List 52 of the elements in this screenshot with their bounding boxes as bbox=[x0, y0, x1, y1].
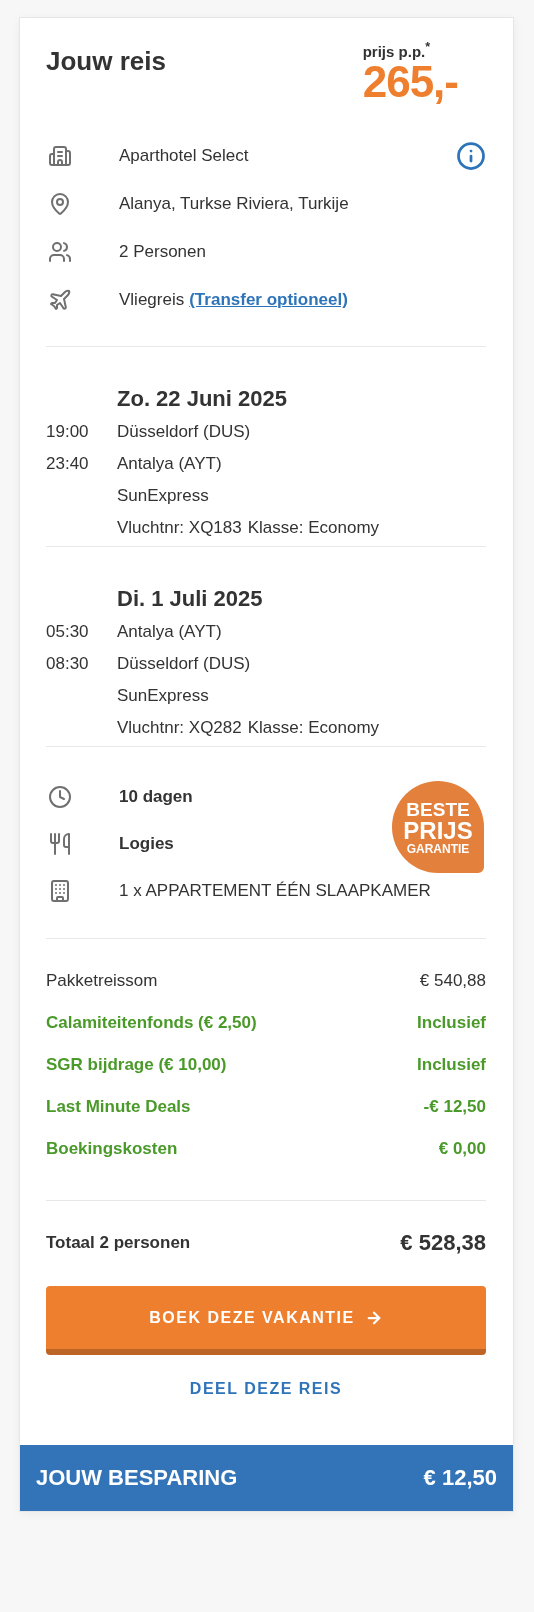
price-item-value: Inclusief bbox=[417, 1013, 486, 1033]
price-item-label: Calamiteitenfonds (€ 2,50) bbox=[46, 1013, 257, 1033]
flight-time: 05:30 bbox=[46, 622, 90, 642]
info-text: 2 Personen bbox=[119, 242, 206, 262]
transfer-link[interactable]: (Transfer optioneel) bbox=[189, 290, 348, 310]
travel-class: Klasse: Economy bbox=[247, 718, 380, 738]
room-icon bbox=[48, 878, 72, 903]
airport: Düsseldorf (DUS) bbox=[117, 422, 251, 442]
detail-text: 10 dagen bbox=[119, 786, 193, 807]
info-text: Aparthotel Select bbox=[119, 146, 249, 166]
price-item-value: Inclusief bbox=[417, 1055, 486, 1075]
flight-time: 23:40 bbox=[46, 454, 90, 474]
airline: SunExpress bbox=[117, 686, 209, 706]
best-price-badge: BESTE PRIJS GARANTIE bbox=[392, 781, 484, 873]
share-link[interactable]: DEEL DEZE REIS bbox=[189, 1374, 343, 1404]
price-item-label: Last Minute Deals bbox=[46, 1097, 191, 1117]
travel-class: Klasse: Economy bbox=[247, 518, 380, 538]
persons-icon bbox=[48, 240, 72, 264]
airport: Düsseldorf (DUS) bbox=[117, 654, 251, 674]
card-title: Jouw reis bbox=[46, 46, 166, 78]
savings-label: JOUW BESPARING bbox=[36, 1465, 238, 1491]
detail-text: 1 x APPARTEMENT ÉÉN SLAAPKAMER bbox=[119, 880, 431, 901]
duration-icon bbox=[48, 784, 72, 809]
flight-icon bbox=[48, 288, 72, 312]
hotel-icon bbox=[48, 144, 72, 168]
info-text: Alanya, Turkse Riviera, Turkije bbox=[119, 194, 349, 214]
savings-value: € 12,50 bbox=[423, 1465, 497, 1491]
flight-number: Vluchtnr: XQ282 bbox=[117, 718, 242, 738]
airport: Antalya (AYT) bbox=[117, 454, 222, 474]
book-button[interactable]: BOEK DEZE VAKANTIE bbox=[46, 1286, 486, 1355]
total-label: Totaal 2 personen bbox=[46, 1233, 191, 1253]
info-icon[interactable] bbox=[456, 141, 486, 171]
info-text: Vliegreis bbox=[119, 290, 185, 310]
location-icon bbox=[48, 192, 72, 216]
detail-text: Logies bbox=[119, 833, 174, 854]
airport: Antalya (AYT) bbox=[117, 622, 222, 642]
meals-icon bbox=[48, 831, 72, 856]
price-item-value: € 540,88 bbox=[419, 971, 486, 991]
price-item-value: -€ 12,50 bbox=[423, 1097, 486, 1117]
flight-number: Vluchtnr: XQ183 bbox=[117, 518, 242, 538]
total-value: € 528,38 bbox=[400, 1230, 486, 1256]
flight-time: 19:00 bbox=[46, 422, 90, 442]
airline: SunExpress bbox=[117, 486, 209, 506]
price-item-label: Boekingskosten bbox=[46, 1139, 178, 1159]
flight-date: Zo. 22 Juni 2025 bbox=[117, 386, 287, 411]
price-item-value: € 0,00 bbox=[438, 1139, 486, 1159]
flight-time: 08:30 bbox=[46, 654, 90, 674]
flight-date: Di. 1 Juli 2025 bbox=[117, 586, 263, 611]
price: 265,- bbox=[362, 60, 458, 104]
price-item-label: Pakketreissom bbox=[46, 971, 158, 991]
price-label: prijs p.p.$^{*}$ bbox=[362, 40, 431, 60]
price-item-label: SGR bijdrage (€ 10,00) bbox=[46, 1055, 227, 1075]
